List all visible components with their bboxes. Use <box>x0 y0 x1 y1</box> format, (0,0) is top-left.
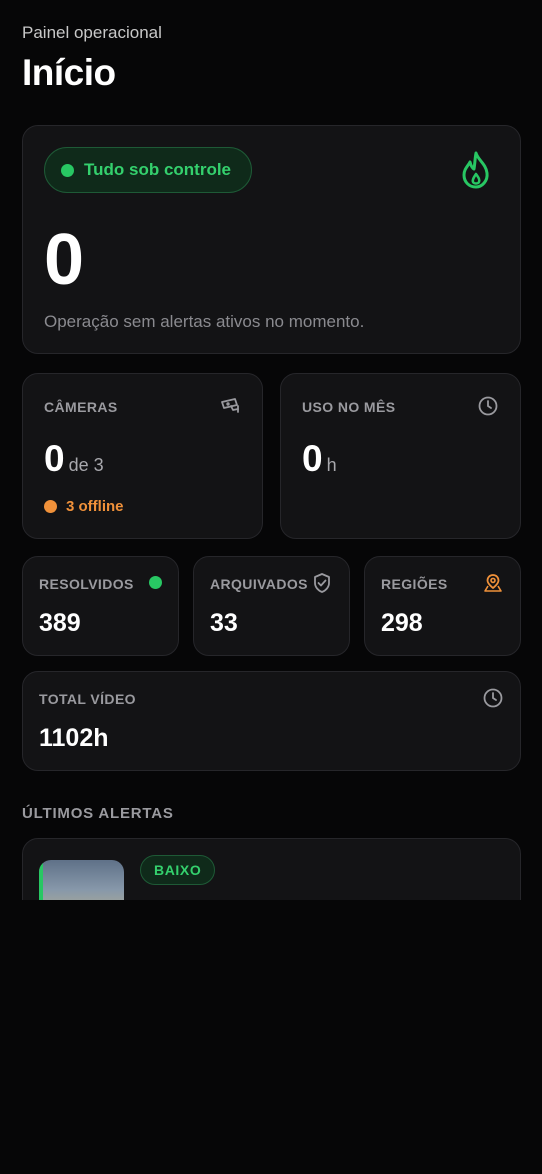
cameras-offline-status: 3 offline <box>44 498 124 515</box>
cameras-card[interactable]: CÂMERAS 0 de 3 3 offline <box>22 373 263 539</box>
alert-thumbnail[interactable] <box>39 860 124 900</box>
map-pin-icon <box>484 574 502 592</box>
cctv-camera-icon <box>221 398 239 413</box>
recent-alerts-heading: ÚLTIMOS ALERTAS <box>22 805 174 822</box>
green-dot-icon <box>149 576 162 589</box>
cameras-total: de 3 <box>68 455 104 475</box>
scroll-content[interactable]: Painel operacional Início Tudo sob contr… <box>0 0 542 900</box>
offline-dot-icon <box>44 500 57 513</box>
cameras-value: 0 <box>44 438 65 479</box>
clock-icon <box>483 688 503 708</box>
archived-card[interactable]: ARQUIVADOS 33 <box>193 556 350 656</box>
status-card[interactable]: Tudo sob controle 0 Operação sem alertas… <box>22 125 521 354</box>
total-video-label: TOTAL VÍDEO <box>39 691 136 707</box>
resolved-value: 389 <box>39 609 81 637</box>
status-label: Tudo sob controle <box>84 160 232 179</box>
status-dot-icon <box>61 163 74 177</box>
active-alerts-count: 0 <box>44 220 85 300</box>
regions-card[interactable]: REGIÕES 298 <box>364 556 521 656</box>
screen: Painel operacional Início Tudo sob contr… <box>0 0 542 1174</box>
regions-value: 298 <box>381 609 423 637</box>
cameras-label: CÂMERAS <box>44 399 118 415</box>
clock-icon <box>478 396 498 416</box>
alert-list-item[interactable]: BAIXO <box>22 838 521 900</box>
usage-label: USO NO MÊS <box>302 399 396 415</box>
page-subtitle: Painel operacional <box>22 23 162 42</box>
archived-value: 33 <box>210 609 238 637</box>
cameras-online-value: 0 de 3 <box>44 440 104 477</box>
page-title: Início <box>22 52 116 93</box>
severity-edge <box>39 860 43 900</box>
archived-label: ARQUIVADOS <box>210 576 308 592</box>
cameras-offline-text: 3 offline <box>66 498 124 515</box>
severity-badge: BAIXO <box>140 855 216 885</box>
status-description: Operação sem alertas ativos no momento. <box>44 312 365 331</box>
shield-check-icon <box>314 573 330 593</box>
total-video-card[interactable]: TOTAL VÍDEO 1102h <box>22 671 521 771</box>
usage-unit: h <box>326 455 337 475</box>
resolved-card[interactable]: RESOLVIDOS 389 <box>22 556 179 656</box>
regions-label: REGIÕES <box>381 576 448 592</box>
monthly-usage-card[interactable]: USO NO MÊS 0h <box>280 373 521 539</box>
status-pill: Tudo sob controle <box>44 147 253 193</box>
resolved-label: RESOLVIDOS <box>39 576 134 592</box>
total-video-value: 1102h <box>39 724 109 752</box>
flame-icon <box>462 151 489 189</box>
usage-value: 0 <box>302 438 323 479</box>
usage-value-wrap: 0h <box>302 440 337 477</box>
